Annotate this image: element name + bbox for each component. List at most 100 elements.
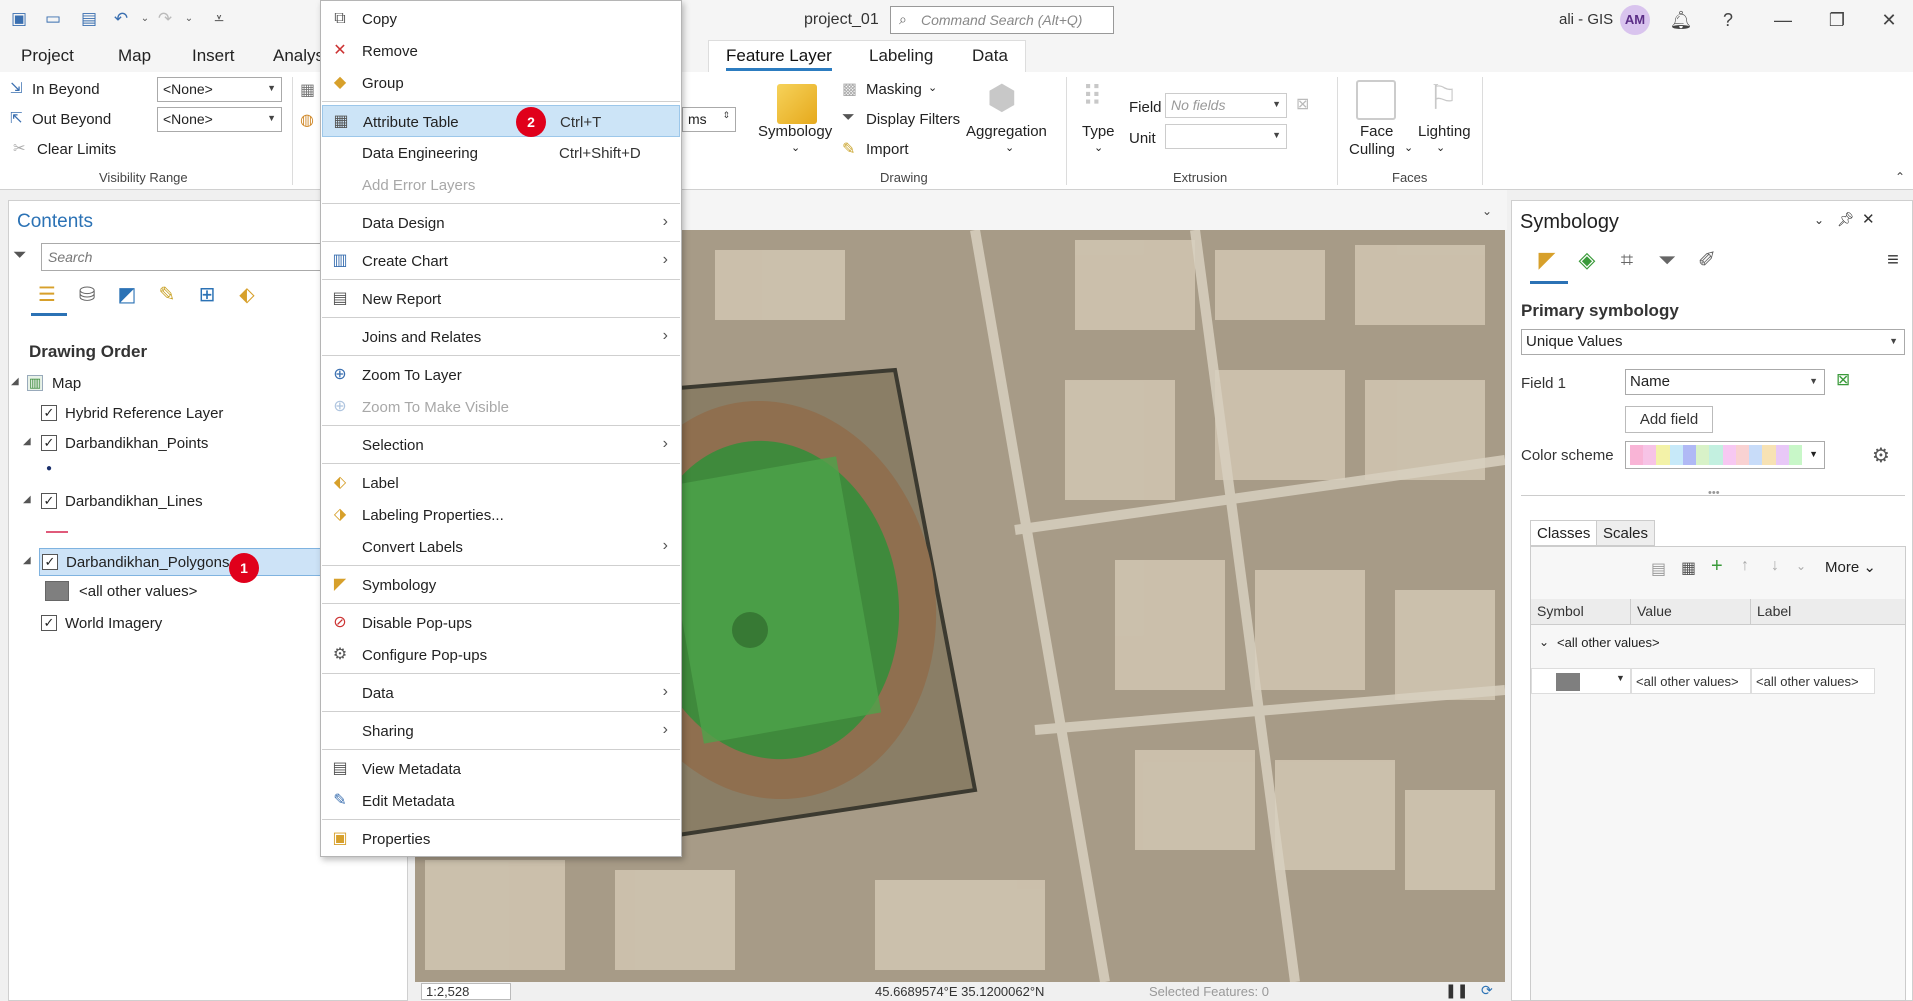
add-value-icon[interactable]: + [1711,555,1723,578]
tab-map[interactable]: Map [118,46,151,66]
notifications-bell-icon[interactable]: 🔔︎ [1666,8,1696,32]
collapse-ribbon-icon[interactable]: ⌃ [1895,170,1905,184]
import-label[interactable]: Import [866,141,909,158]
redo-dropdown-icon[interactable]: ⌄ [178,9,200,29]
table-view-icon[interactable]: ▤ [1651,559,1666,579]
pin-icon[interactable]: 📌︎ [1837,211,1855,228]
visibility-checkbox[interactable]: ✓ [41,615,57,631]
color-tool-icon[interactable]: ◍ [300,110,314,130]
tab-scales[interactable]: Scales [1596,520,1656,546]
undo-dropdown-icon[interactable]: ⌄ [134,9,156,29]
menu-item-convert-labels[interactable]: Convert Labels › [322,531,680,563]
visibility-checkbox[interactable]: ✓ [41,405,57,421]
menu-item-data-engineering[interactable]: Data Engineering Ctrl+Shift+D [322,137,680,169]
symbology-method-combo[interactable]: Unique Values ▼ [1521,329,1905,355]
symbology-advanced-icon[interactable]: ✐ [1692,245,1722,275]
menu-item-configure-popups[interactable]: ⚙ Configure Pop-ups [322,639,680,671]
save-icon[interactable]: ▣ [8,9,30,29]
symbology-button-label[interactable]: Symbology [758,123,832,140]
save-project-icon[interactable]: ▤ [78,9,100,29]
help-icon[interactable]: ? [1713,8,1743,32]
tab-data[interactable]: Data [972,46,1008,66]
layer-tool-icon[interactable]: ▦ [300,80,315,100]
close-pane-icon[interactable]: ✕ [1862,210,1875,228]
in-beyond-label[interactable]: In Beyond [32,81,100,98]
tab-feature-layer[interactable]: Feature Layer [726,46,832,71]
add-all-values-icon[interactable]: ▦ [1681,558,1696,578]
filter-icon[interactable]: ⏷ [13,245,27,265]
menu-item-copy[interactable]: ⧉ Copy [322,3,680,35]
menu-item-create-chart[interactable]: ▥ Create Chart › [322,245,680,277]
avatar[interactable]: AM [1620,5,1650,35]
primary-symbology-icon[interactable]: ◤ [1532,245,1562,275]
menu-item-data-design[interactable]: Data Design › [322,207,680,239]
aggregation-label[interactable]: Aggregation [966,123,1047,140]
out-beyond-label[interactable]: Out Beyond [32,111,111,128]
move-down-icon[interactable]: ↓ [1771,557,1779,575]
splitter-grip-icon[interactable]: ••• [1708,487,1720,499]
list-by-editing-icon[interactable]: ✎ [153,281,181,309]
collapse-group-icon[interactable]: ⌄ [1539,635,1549,649]
tab-analysis[interactable]: Analys [273,46,324,66]
symbology-icon[interactable] [777,84,817,124]
hamburger-menu-icon[interactable]: ≡ [1878,245,1908,275]
customize-toolbar-icon[interactable]: ⩡ [208,9,230,29]
symbol-layer-drawing-icon[interactable]: ⌗ [1612,245,1642,275]
symbology-filter-icon[interactable]: ⏷ [1652,245,1682,275]
menu-item-remove[interactable]: ✕ Remove [322,35,680,67]
lighting-label[interactable]: Lighting [1418,123,1471,140]
symbol-cell[interactable]: ▼ [1531,668,1631,694]
menu-item-attribute-table[interactable]: ▦ Attribute Table Ctrl+T [322,105,680,137]
tree-row-polygons[interactable]: ✓ Darbandikhan_Polygons [39,548,349,576]
menu-item-zoom-to-layer[interactable]: ⊕ Zoom To Layer [322,359,680,391]
tab-project[interactable]: Project [21,46,74,66]
col-label[interactable]: Label [1751,599,1905,625]
undo-icon[interactable]: ↶ [110,9,132,29]
out-beyond-combo[interactable]: <None> ▼ [157,107,282,132]
tab-insert[interactable]: Insert [192,46,235,66]
value-cell[interactable]: <all other values> [1631,668,1751,694]
list-by-snapping-icon[interactable]: ⊞ [193,281,221,309]
close-icon[interactable]: ✕ [1874,8,1904,32]
polygon-symbol-swatch[interactable] [45,581,69,601]
label-cell[interactable]: <all other values> [1751,668,1875,694]
expression-icon[interactable]: ⊠ [1296,94,1309,114]
minimize-icon[interactable]: — [1768,8,1798,32]
face-culling-label-2[interactable]: Culling [1349,141,1395,158]
expand-triangle-icon[interactable]: ◢ [11,376,19,387]
redo-icon[interactable]: ↷ [154,9,176,29]
menu-item-properties[interactable]: ▣ Properties [322,823,680,855]
field1-combo[interactable]: Name ▼ [1625,369,1825,395]
menu-item-new-report[interactable]: ▤ New Report [322,283,680,315]
menu-item-group[interactable]: ◆ Group [322,67,680,99]
menu-item-view-metadata[interactable]: ▤ View Metadata [322,753,680,785]
expression-icon[interactable]: ⊠ [1836,370,1850,390]
menu-item-symbology[interactable]: ◤ Symbology [322,569,680,601]
chevron-down-icon[interactable]: ▼ [1616,673,1625,683]
vary-symbology-icon[interactable]: ◈ [1572,245,1602,275]
extrusion-unit-combo[interactable]: ▼ [1165,124,1287,149]
expand-triangle-icon[interactable]: ◢ [23,494,31,505]
sort-icon[interactable]: ⌄ [1796,559,1806,573]
col-symbol[interactable]: Symbol [1531,599,1631,625]
face-culling-icon[interactable] [1356,80,1396,120]
menu-item-labeling-properties[interactable]: ⬗ Labeling Properties... [322,499,680,531]
list-by-drawing-order-icon[interactable]: ☰ [33,281,61,309]
expand-triangle-icon[interactable]: ◢ [23,436,31,447]
visibility-checkbox[interactable]: ✓ [42,554,58,570]
list-by-labeling-icon[interactable]: ⬖ [233,281,261,309]
face-culling-label-1[interactable]: Face [1360,123,1393,140]
menu-item-disable-popups[interactable]: ⊘ Disable Pop-ups [322,607,680,639]
in-beyond-combo[interactable]: <None> ▼ [157,77,282,102]
chevron-down-icon[interactable]: ⌄ [1482,204,1492,218]
units-combo[interactable]: ms ⇕ [682,107,736,132]
visibility-checkbox[interactable]: ✓ [41,493,57,509]
symbol-swatch[interactable] [1556,673,1580,691]
tab-classes[interactable]: Classes [1530,520,1598,546]
gear-icon[interactable]: ⚙ [1872,443,1890,468]
move-up-icon[interactable]: ↑ [1741,557,1749,575]
menu-item-selection[interactable]: Selection › [322,429,680,461]
menu-item-data[interactable]: Data › [322,677,680,709]
chevron-down-icon[interactable]: ⌄ [791,141,800,154]
user-name[interactable]: ali - GIS [1559,11,1613,28]
